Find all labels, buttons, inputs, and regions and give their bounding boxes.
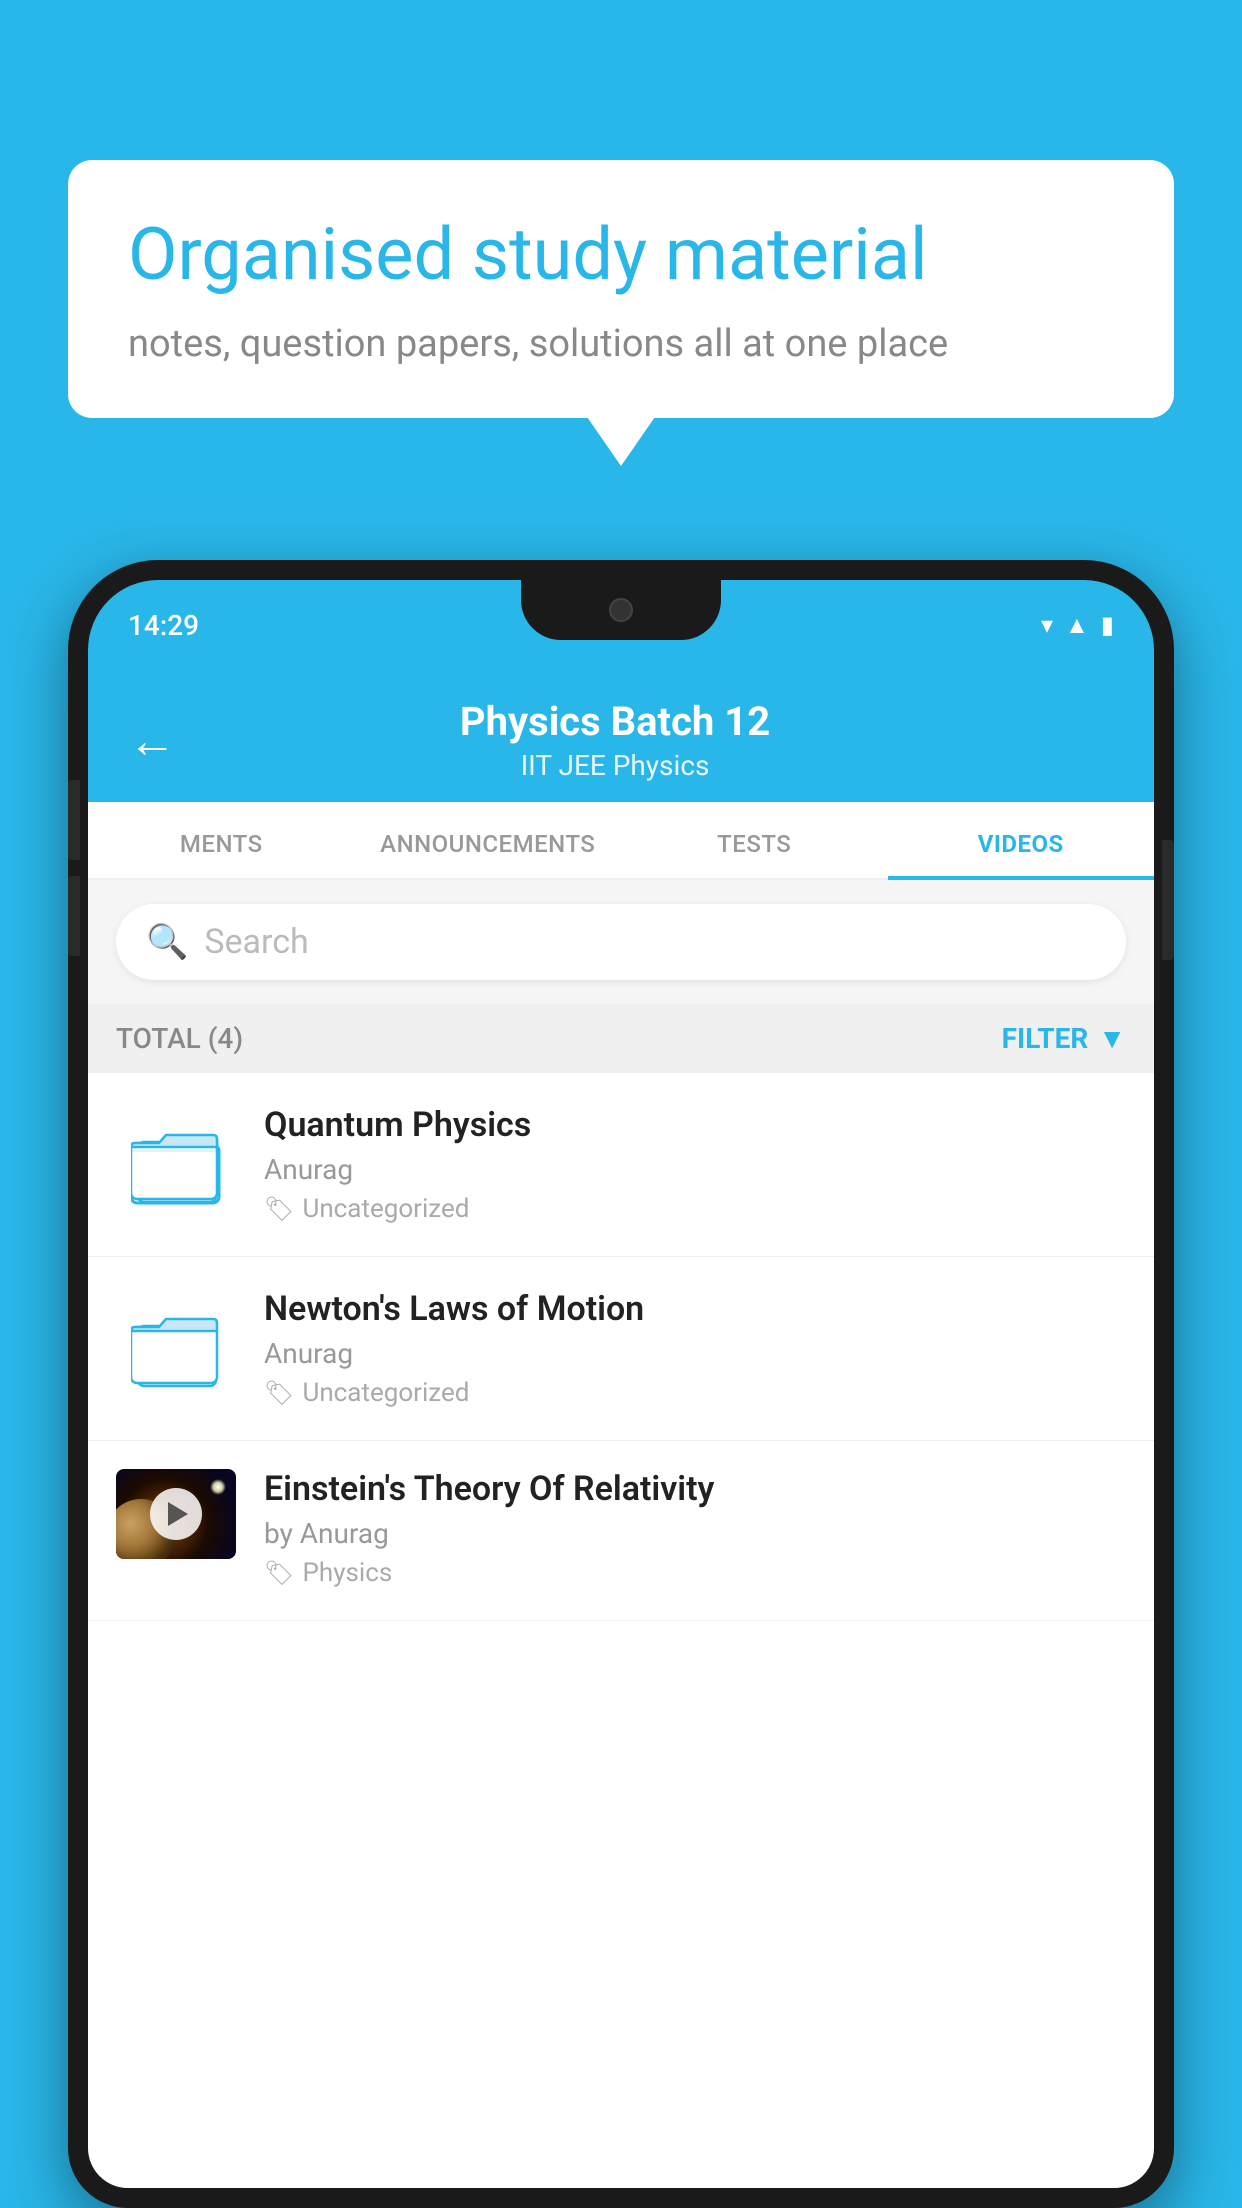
speech-bubble-container: Organised study material notes, question… (68, 160, 1174, 418)
play-triangle-icon (168, 1502, 188, 1526)
item-info: Newton's Laws of Motion Anurag 🏷 Uncateg… (264, 1289, 1126, 1408)
power-button[interactable] (1162, 840, 1174, 960)
wifi-icon: ▾ (1041, 611, 1053, 639)
item-title: Quantum Physics (264, 1105, 1126, 1145)
status-time: 14:29 (128, 609, 199, 642)
tag-label: Uncategorized (302, 1378, 469, 1408)
phone-frame: 14:29 ▾ ▲ ▮ ← Physics Batch 12 IIT JEE P… (68, 560, 1174, 2208)
video-thumbnail (116, 1469, 236, 1559)
list-item[interactable]: Einstein's Theory Of Relativity by Anura… (88, 1441, 1154, 1621)
search-icon: 🔍 (146, 922, 188, 962)
item-tag: 🏷 Uncategorized (264, 1378, 1126, 1408)
tab-announcements[interactable]: ANNOUNCEMENTS (355, 802, 622, 878)
side-buttons-left (68, 780, 80, 972)
filter-bar: TOTAL (4) FILTER ▼ (88, 1004, 1154, 1073)
list-item[interactable]: Quantum Physics Anurag 🏷 Uncategorized (88, 1073, 1154, 1257)
status-bar: 14:29 ▾ ▲ ▮ (88, 580, 1154, 670)
item-author: Anurag (264, 1153, 1126, 1186)
batch-subtitle: IIT JEE Physics (206, 749, 1024, 782)
item-author: Anurag (264, 1337, 1126, 1370)
header-title-area: Physics Batch 12 IIT JEE Physics (206, 698, 1024, 782)
tabs-bar: MENTS ANNOUNCEMENTS TESTS VIDEOS (88, 802, 1154, 880)
search-bar[interactable]: 🔍 Search (116, 904, 1126, 980)
tag-icon: 🏷 (264, 1195, 294, 1223)
folder-icon-wrap (116, 1120, 236, 1210)
folder-icon (131, 1309, 221, 1389)
filter-icon: ▼ (1098, 1022, 1126, 1055)
battery-icon: ▮ (1101, 611, 1114, 639)
tag-icon: 🏷 (264, 1559, 294, 1587)
camera (609, 598, 633, 622)
back-button[interactable]: ← (128, 712, 176, 769)
tag-icon: 🏷 (264, 1379, 294, 1407)
star-graphic (210, 1479, 226, 1495)
side-buttons-right (1162, 840, 1174, 960)
item-info: Einstein's Theory Of Relativity by Anura… (264, 1469, 1126, 1588)
item-tag: 🏷 Uncategorized (264, 1194, 1126, 1224)
volume-up-button[interactable] (68, 780, 80, 860)
item-title: Einstein's Theory Of Relativity (264, 1469, 1126, 1509)
status-icons: ▾ ▲ ▮ (1041, 611, 1114, 640)
phone-notch (521, 580, 721, 640)
speech-bubble: Organised study material notes, question… (68, 160, 1174, 418)
list-item[interactable]: Newton's Laws of Motion Anurag 🏷 Uncateg… (88, 1257, 1154, 1441)
video-list: Quantum Physics Anurag 🏷 Uncategorized (88, 1073, 1154, 1621)
search-container: 🔍 Search (88, 880, 1154, 1004)
app-header: ← Physics Batch 12 IIT JEE Physics (88, 670, 1154, 802)
phone-screen: ← Physics Batch 12 IIT JEE Physics MENTS… (88, 670, 1154, 2188)
filter-label: FILTER (1002, 1022, 1089, 1055)
item-title: Newton's Laws of Motion (264, 1289, 1126, 1329)
tab-videos[interactable]: VIDEOS (888, 802, 1155, 878)
signal-icon: ▲ (1065, 611, 1089, 640)
search-placeholder: Search (204, 922, 308, 962)
batch-title: Physics Batch 12 (206, 698, 1024, 745)
item-info: Quantum Physics Anurag 🏷 Uncategorized (264, 1105, 1126, 1224)
filter-button[interactable]: FILTER ▼ (1002, 1022, 1126, 1055)
item-author: by Anurag (264, 1517, 1126, 1550)
total-count: TOTAL (4) (116, 1022, 243, 1055)
tab-ments[interactable]: MENTS (88, 802, 355, 878)
item-tag: 🏷 Physics (264, 1558, 1126, 1588)
tag-label: Physics (302, 1558, 392, 1588)
tab-tests[interactable]: TESTS (621, 802, 888, 878)
bubble-subtitle: notes, question papers, solutions all at… (128, 322, 1114, 366)
tag-label: Uncategorized (302, 1194, 469, 1224)
volume-down-button[interactable] (68, 876, 80, 956)
play-button[interactable] (150, 1488, 202, 1540)
folder-icon-wrap (116, 1304, 236, 1394)
bubble-title: Organised study material (128, 212, 1114, 298)
folder-icon (131, 1125, 221, 1205)
